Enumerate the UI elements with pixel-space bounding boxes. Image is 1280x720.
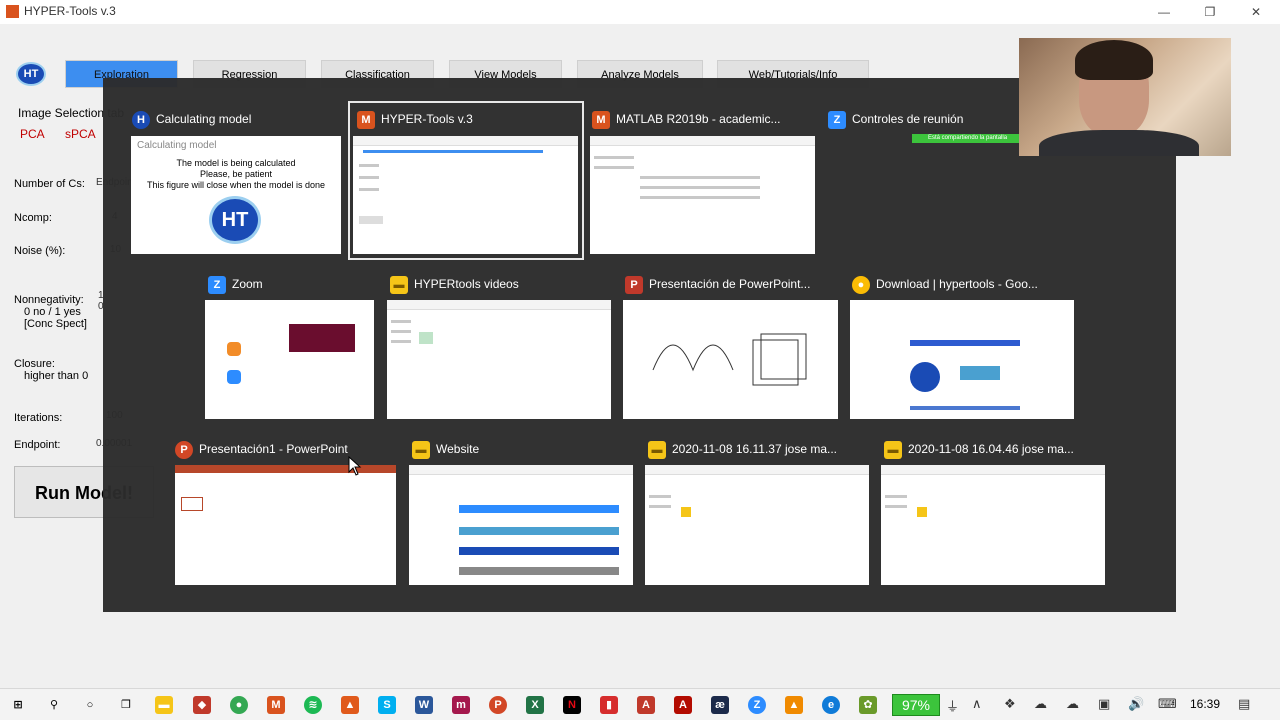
hypertools-logo: HT <box>16 62 46 86</box>
powerpoint-icon[interactable]: P <box>489 696 507 714</box>
windows-start-icon[interactable]: ⊞ <box>9 696 27 714</box>
clock[interactable]: 16:39 <box>1190 697 1220 711</box>
iterations-label: Iterations: <box>14 412 63 424</box>
folder-icon: ▬ <box>412 440 430 459</box>
nonneg-hint: 0 no / 1 yes <box>24 306 81 318</box>
pdf-icon: P <box>625 275 643 294</box>
window-thumb-download-hypertools[interactable] <box>850 300 1074 419</box>
matlab-icon[interactable]: M <box>267 696 285 714</box>
tab-pca[interactable]: PCA <box>20 127 45 141</box>
hypertools-icon: H <box>132 110 150 129</box>
task-view-icon[interactable]: ❐ <box>117 696 135 714</box>
closure-hint: higher than 0 <box>24 370 89 382</box>
restore-button[interactable]: ❐ <box>1190 2 1230 22</box>
window-label-download-hypertools[interactable]: ● Download | hypertools - Goo... <box>852 273 1074 295</box>
onedrive-icon[interactable]: ☁ <box>1066 696 1079 712</box>
keyboard-icon[interactable]: ⌨ <box>1158 696 1177 712</box>
cloud-upload-icon[interactable]: ☁ <box>1034 696 1047 712</box>
sketch-drawing <box>652 333 807 386</box>
title-bar: HYPER-Tools v.3 — ❐ ✕ <box>0 0 1280 24</box>
chevron-up-icon[interactable]: ∧ <box>972 696 982 712</box>
popup-line2: Please, be patient <box>199 169 273 179</box>
app2-icon[interactable]: ▮ <box>600 696 618 714</box>
window-label-hypertools[interactable]: M HYPER-Tools v.3 <box>357 108 577 130</box>
window-label-hypertools-videos[interactable]: ▬ HYPERtools videos <box>390 273 610 295</box>
zoom-icon: Z <box>828 110 846 129</box>
window-label-presentacion-pdf[interactable]: P Presentación de PowerPoint... <box>625 273 840 295</box>
webcam-video <box>1019 38 1231 156</box>
app-icon[interactable]: ▲ <box>341 696 359 714</box>
mouse-cursor-icon <box>348 456 362 476</box>
window-thumb-zoom[interactable] <box>205 300 374 419</box>
folder-icon: ▬ <box>884 440 902 459</box>
noise-label: Noise (%): <box>14 245 66 257</box>
window-thumb-matlab[interactable] <box>590 136 815 254</box>
matlab-icon: M <box>592 110 610 129</box>
chrome-icon[interactable]: ● <box>230 696 248 714</box>
folder-icon: ▬ <box>390 275 408 294</box>
battery-indicator[interactable]: 97% <box>892 694 940 716</box>
popup-title: Calculating model <box>137 140 217 151</box>
excel-icon[interactable]: X <box>526 696 544 714</box>
window-label-controles[interactable]: Z Controles de reunión <box>828 108 1018 130</box>
window-label-folder-1604[interactable]: ▬ 2020-11-08 16.04.46 jose ma... <box>884 438 1106 460</box>
mendeley-icon[interactable]: m <box>452 696 470 714</box>
endpoint-label: Endpoint: <box>14 439 61 451</box>
hypertools-logo-large: HT <box>209 196 261 244</box>
vlc-icon[interactable]: ▲ <box>785 696 803 714</box>
search-icon[interactable]: ⚲ <box>45 696 63 714</box>
netflix-icon[interactable]: N <box>563 696 581 714</box>
file-explorer-icon[interactable]: ▬ <box>155 696 173 714</box>
close-button[interactable]: ✕ <box>1236 2 1276 22</box>
nonnegativity-label: Nonnegativity: <box>14 294 84 306</box>
window-thumb-hypertools[interactable] <box>353 136 578 254</box>
window-thumb-presentacion1[interactable] <box>175 465 396 585</box>
edge-icon[interactable]: e <box>822 696 840 714</box>
minimize-button[interactable]: — <box>1144 2 1184 22</box>
window-thumb-presentacion-pdf[interactable] <box>623 300 838 419</box>
nonneg-hint2: [Conc Spect] <box>24 318 87 330</box>
window-label-matlab[interactable]: M MATLAB R2019b - academic... <box>592 108 817 130</box>
taskbar: ⊞ ⚲ ○ ❐ ▬ ◆ ● M ≋ ▲ S W m P X N ▮ A A æ … <box>0 688 1280 720</box>
tab-spca[interactable]: sPCA <box>65 127 96 141</box>
window-thumb-folder-1604[interactable] <box>881 465 1105 585</box>
antivirus-icon[interactable]: ◆ <box>193 696 211 714</box>
powerpoint-icon: P <box>175 440 193 459</box>
matlab-icon <box>6 5 19 18</box>
power-plug-icon[interactable]: ⏚ <box>946 696 959 715</box>
window-label-website[interactable]: ▬ Website <box>412 438 632 460</box>
window-thumb-calculating[interactable]: Calculating model The model is being cal… <box>131 136 341 254</box>
zoom-icon[interactable]: Z <box>748 696 766 714</box>
app3-icon[interactable]: æ <box>711 696 729 714</box>
window-thumb-hypertools-videos[interactable] <box>387 300 611 419</box>
spotify-icon[interactable]: ≋ <box>304 696 322 714</box>
zoom-share-bar: Está compartiendo la pantalla <box>912 134 1020 143</box>
zoom-icon: Z <box>208 275 226 294</box>
ncs-label: Number of Cs: <box>14 178 85 190</box>
window-title: HYPER-Tools v.3 <box>24 4 116 18</box>
cortana-icon[interactable]: ○ <box>81 696 99 714</box>
window-label-presentacion1[interactable]: P Presentación1 - PowerPoint <box>175 438 395 460</box>
app4-icon[interactable]: ✿ <box>859 696 877 714</box>
closure-label: Closure: <box>14 358 55 370</box>
acrobat-icon[interactable]: A <box>637 696 655 714</box>
network-icon[interactable]: ▣ <box>1098 696 1110 712</box>
window-label-zoom[interactable]: Z Zoom <box>208 273 376 295</box>
notifications-icon[interactable]: ▤ <box>1238 696 1250 712</box>
window-thumb-folder-1611[interactable] <box>645 465 869 585</box>
window-label-folder-1611[interactable]: ▬ 2020-11-08 16.11.37 jose ma... <box>648 438 870 460</box>
acrobat-reader-icon[interactable]: A <box>674 696 692 714</box>
matlab-icon: M <box>357 110 375 129</box>
window-thumb-website[interactable] <box>409 465 633 585</box>
chrome-icon: ● <box>852 275 870 294</box>
skype-icon[interactable]: S <box>378 696 396 714</box>
word-icon[interactable]: W <box>415 696 433 714</box>
window-label-calculating[interactable]: H Calculating model <box>132 108 342 130</box>
popup-line1: The model is being calculated <box>176 158 296 168</box>
ncomp-label: Ncomp: <box>14 212 52 224</box>
dropbox-icon[interactable]: ❖ <box>1004 696 1016 712</box>
folder-icon: ▬ <box>648 440 666 459</box>
popup-line3: This figure will close when the model is… <box>146 180 326 190</box>
volume-icon[interactable]: 🔊 <box>1128 696 1144 712</box>
